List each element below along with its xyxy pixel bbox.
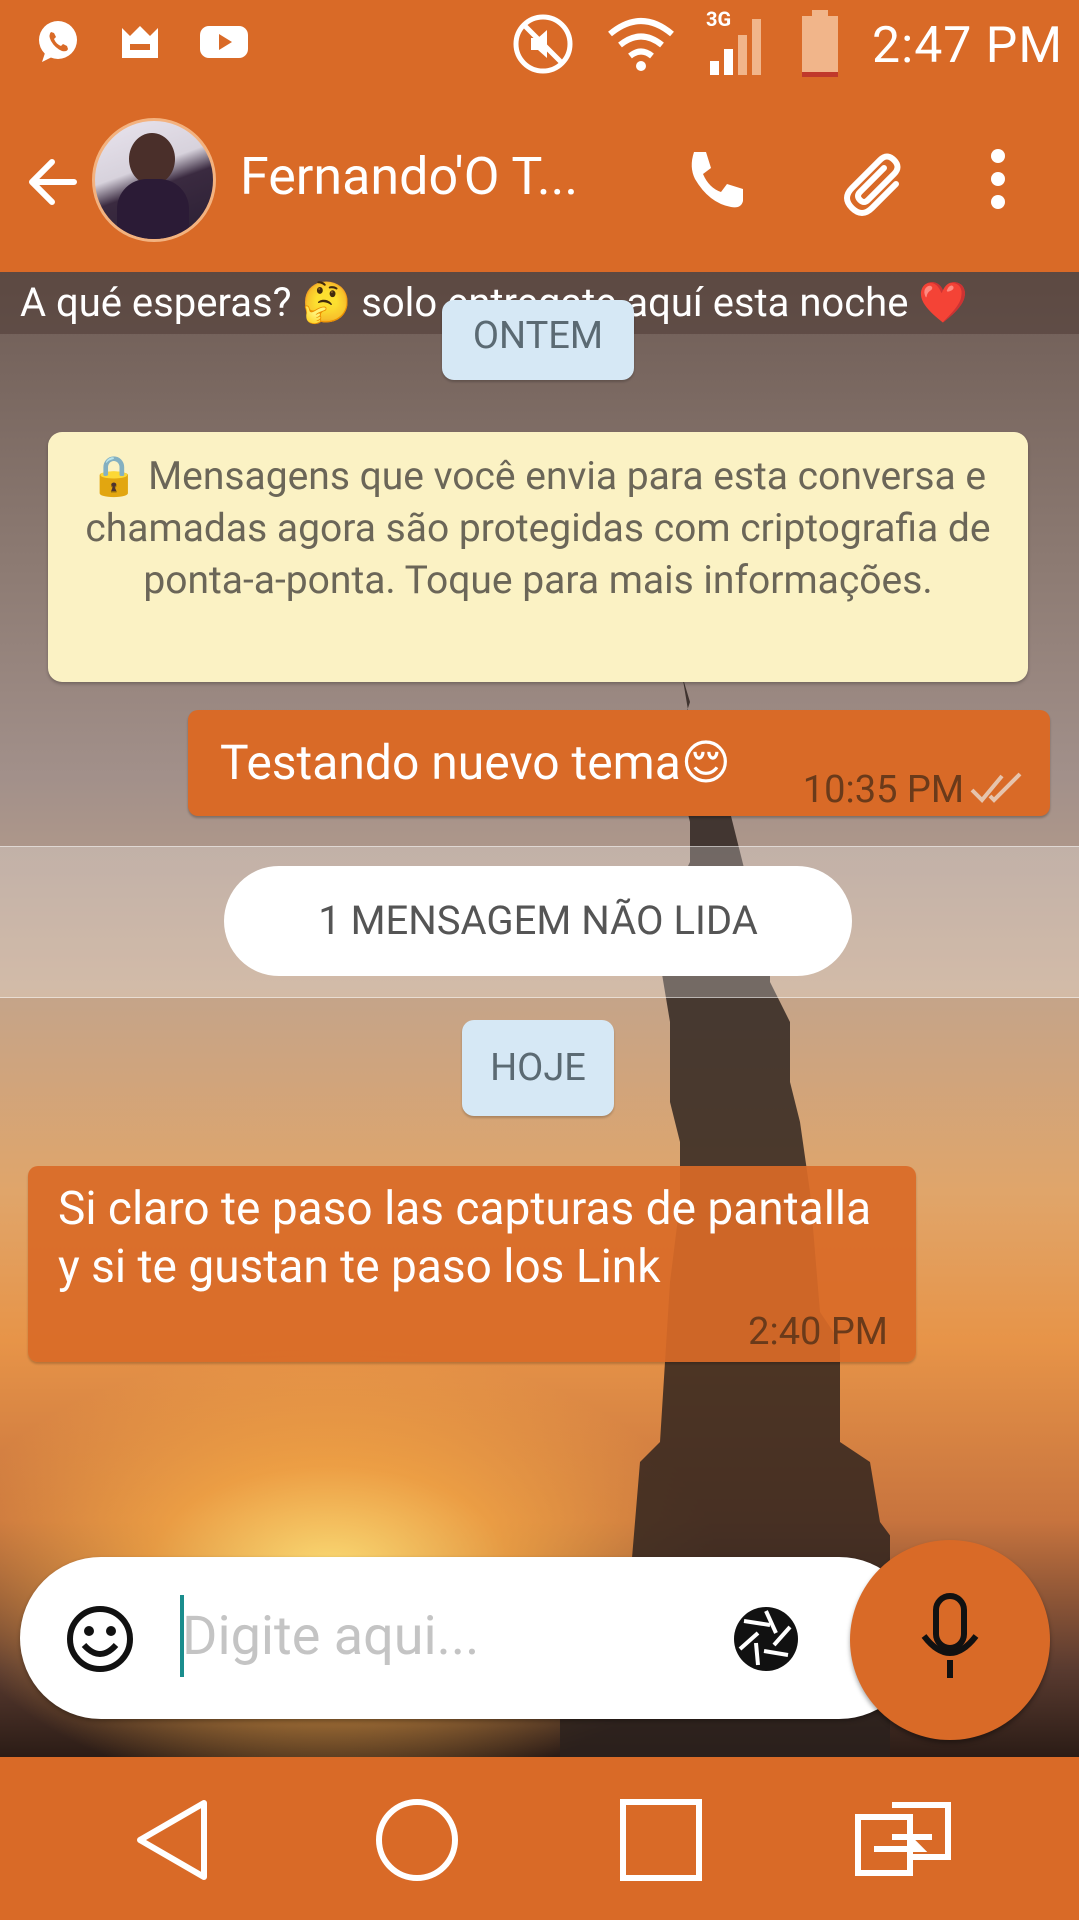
message-composer[interactable]: Digite aqui...: [20, 1557, 920, 1719]
notification-app-icon: [116, 18, 164, 70]
message-time: 2:40 PM: [748, 1310, 888, 1354]
signal-icon: 3G: [706, 7, 768, 81]
youtube-icon: [198, 18, 250, 70]
avatar-head-shape: [129, 133, 175, 185]
date-chip-yesterday: ONTEM: [442, 300, 634, 380]
nav-recents-icon[interactable]: [618, 1797, 704, 1887]
read-ticks-icon: [970, 770, 1024, 810]
attach-icon[interactable]: [836, 144, 916, 228]
message-text: Si claro te paso las capturas de pantall…: [58, 1182, 872, 1294]
message-input[interactable]: Digite aqui...: [182, 1605, 479, 1668]
avatar-body-shape: [117, 179, 189, 239]
battery-icon: [798, 8, 842, 84]
nav-back-icon[interactable]: [132, 1797, 212, 1887]
mic-button[interactable]: [850, 1540, 1050, 1740]
avatar[interactable]: [92, 118, 216, 242]
message-time: 10:35 PM: [802, 768, 964, 812]
call-icon[interactable]: [680, 144, 750, 218]
clock: 2:47 PM: [871, 17, 1063, 75]
chat-toolbar: Fernando'O T...: [0, 92, 1079, 272]
incoming-message[interactable]: Si claro te paso las capturas de pantall…: [28, 1166, 916, 1362]
mute-icon: [510, 11, 576, 81]
encryption-notice[interactable]: 🔒 Mensagens que você envia para esta con…: [48, 432, 1028, 682]
outgoing-message[interactable]: Testando nuevo tema😌 10:35 PM: [188, 710, 1050, 816]
status-bar: 3G 2:47 PM: [0, 0, 1079, 92]
wifi-icon: [606, 14, 676, 78]
whatsapp-icon: [34, 18, 82, 70]
back-arrow-icon[interactable]: [22, 152, 82, 216]
emoji-icon[interactable]: [64, 1603, 136, 1679]
message-text: Testando nuevo tema😌: [220, 734, 731, 791]
dual-window-icon[interactable]: [852, 1797, 956, 1887]
system-nav-bar: [0, 1757, 1079, 1920]
mic-icon: [918, 1592, 982, 1692]
unread-count-label: 1 MENSAGEM NÃO LIDA: [224, 866, 852, 976]
nav-home-icon[interactable]: [374, 1797, 460, 1887]
camera-icon[interactable]: [730, 1603, 802, 1679]
more-vert-icon[interactable]: [980, 144, 1016, 218]
date-chip-today: HOJE: [462, 1020, 614, 1116]
contact-name[interactable]: Fernando'O T...: [240, 146, 578, 207]
